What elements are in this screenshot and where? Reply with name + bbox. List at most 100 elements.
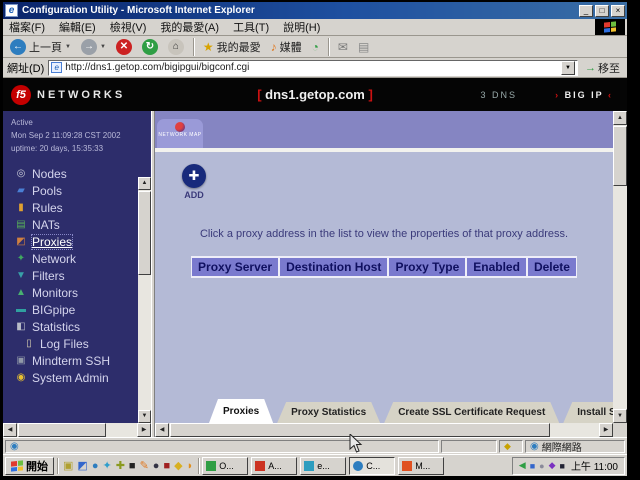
refresh-button[interactable]: ↻ bbox=[139, 38, 161, 56]
quick-launch-icon[interactable]: ◆ bbox=[174, 459, 182, 473]
scroll-down-icon[interactable]: ▼ bbox=[138, 410, 151, 423]
status-main-segment: ◉ bbox=[5, 440, 439, 453]
sidebar-item-network[interactable]: ✦Network bbox=[3, 250, 151, 267]
task-button-active[interactable]: C... bbox=[349, 457, 395, 475]
menu-edit[interactable]: 編輯(E) bbox=[59, 19, 96, 35]
task-button[interactable]: A... bbox=[251, 457, 297, 475]
forward-dropdown-icon[interactable]: ▼ bbox=[100, 44, 106, 50]
close-button[interactable]: × bbox=[611, 5, 625, 17]
sidebar-vertical-scrollbar[interactable]: ▲ ▼ bbox=[138, 177, 151, 423]
sidebar-item-nodes[interactable]: ◎Nodes bbox=[3, 165, 151, 182]
sidebar-horizontal-scrollbar[interactable]: ◀ ▶ bbox=[3, 423, 151, 437]
address-label: 網址(D) bbox=[7, 60, 44, 76]
home-button[interactable]: ⌂ bbox=[165, 38, 187, 56]
main-horizontal-scrollbar[interactable]: ◀ ▶ bbox=[155, 423, 613, 437]
sidebar-item-monitors[interactable]: ▲Monitors bbox=[3, 284, 151, 301]
sidebar-item-bigpipe[interactable]: ▬BIGpipe bbox=[3, 301, 151, 318]
scroll-thumb[interactable] bbox=[138, 191, 151, 275]
go-button[interactable]: → 移至 bbox=[582, 60, 623, 76]
mail-button[interactable]: ✉ bbox=[335, 40, 351, 54]
tab-band bbox=[155, 111, 627, 148]
favorites-button[interactable]: ★ 我的最愛 bbox=[200, 38, 264, 56]
menu-help[interactable]: 說明(H) bbox=[283, 19, 320, 35]
status-lock-segment: ◆ bbox=[499, 440, 523, 453]
add-icon[interactable]: ✚ bbox=[182, 164, 206, 188]
tray-icon[interactable]: ■ bbox=[560, 461, 565, 471]
main-vertical-scrollbar[interactable]: ▲ ▼ bbox=[613, 111, 627, 423]
tray-icon[interactable]: ◀ bbox=[519, 460, 526, 471]
quick-launch-icon[interactable]: ◩ bbox=[77, 459, 87, 473]
quick-launch-icon[interactable]: ✚ bbox=[116, 459, 125, 473]
back-dropdown-icon[interactable]: ▼ bbox=[65, 44, 71, 50]
tray-icon[interactable]: ■ bbox=[530, 461, 535, 471]
bigpipe-icon: ▬ bbox=[15, 304, 27, 315]
quick-launch-icon[interactable]: ✎ bbox=[140, 459, 149, 473]
bigip-text: BIG IP bbox=[565, 90, 604, 100]
task-button[interactable]: e... bbox=[300, 457, 346, 475]
address-dropdown-icon[interactable]: ▼ bbox=[561, 61, 575, 75]
taskbar-separator bbox=[57, 458, 58, 474]
column-enabled: Enabled bbox=[466, 256, 527, 278]
sidebar-item-mindterm-ssh[interactable]: ▣Mindterm SSH bbox=[3, 352, 151, 369]
menu-view[interactable]: 檢視(V) bbox=[110, 19, 147, 35]
sidebar-item-proxies[interactable]: ◩Proxies bbox=[3, 233, 151, 250]
quick-launch-icon[interactable]: ■ bbox=[163, 459, 170, 473]
quick-launch-icon[interactable]: ● bbox=[153, 459, 160, 473]
quick-launch-icon[interactable]: ▣ bbox=[63, 459, 73, 473]
scroll-left-icon[interactable]: ◀ bbox=[155, 423, 169, 437]
sidebar-item-statistics[interactable]: ◧Statistics bbox=[3, 318, 151, 335]
tray-icon[interactable]: ● bbox=[539, 461, 544, 471]
scroll-up-icon[interactable]: ▲ bbox=[613, 111, 627, 125]
scroll-thumb[interactable] bbox=[18, 423, 106, 437]
sidebar-item-system-admin[interactable]: ◉System Admin bbox=[3, 369, 151, 386]
minimize-button[interactable]: _ bbox=[579, 5, 593, 17]
sidebar-item-nats[interactable]: ▤NATs bbox=[3, 216, 151, 233]
menu-bar: 檔案(F) 編輯(E) 檢視(V) 我的最愛(A) 工具(T) 說明(H) bbox=[3, 19, 627, 36]
favorites-label: 我的最愛 bbox=[217, 39, 261, 55]
scroll-up-icon[interactable]: ▲ bbox=[138, 177, 151, 190]
window-titlebar[interactable]: e Configuration Utility - Microsoft Inte… bbox=[3, 2, 627, 19]
scrollbar-corner bbox=[613, 423, 627, 437]
scroll-down-icon[interactable]: ▼ bbox=[613, 409, 627, 423]
add-proxy-button[interactable]: ✚ ADD bbox=[171, 164, 217, 200]
task-button[interactable]: M... bbox=[398, 457, 444, 475]
restore-button[interactable]: □ bbox=[595, 5, 609, 17]
sidebar-item-filters[interactable]: ▼Filters bbox=[3, 267, 151, 284]
history-button[interactable]: ◔ bbox=[309, 40, 322, 54]
sidebar-item-log-files[interactable]: ▯Log Files bbox=[3, 335, 151, 352]
task-button[interactable]: O... bbox=[202, 457, 248, 475]
page-status-icon: ◉ bbox=[10, 441, 19, 452]
sidebar-item-rules[interactable]: ▮Rules bbox=[3, 199, 151, 216]
video-capture-frame: e Configuration Utility - Microsoft Inte… bbox=[0, 0, 640, 480]
filters-icon: ▼ bbox=[15, 270, 27, 281]
address-input[interactable] bbox=[65, 62, 558, 73]
scroll-left-icon[interactable]: ◀ bbox=[3, 423, 17, 437]
back-icon: ← bbox=[10, 39, 26, 55]
scroll-right-icon[interactable]: ▶ bbox=[137, 423, 151, 437]
menu-file[interactable]: 檔案(F) bbox=[9, 19, 45, 35]
media-button[interactable]: ♪ 媒體 bbox=[268, 38, 305, 56]
tab-proxies[interactable]: Proxies bbox=[209, 399, 273, 423]
quick-launch-icon[interactable]: ● bbox=[92, 459, 99, 473]
scroll-thumb[interactable] bbox=[613, 126, 627, 186]
forward-button[interactable]: → ▼ bbox=[78, 38, 109, 56]
start-button[interactable]: 開始 bbox=[5, 457, 54, 475]
sidebar-item-pools[interactable]: ▰Pools bbox=[3, 182, 151, 199]
app-icon bbox=[402, 461, 412, 471]
product-bigip-label[interactable]: › BIG IP ‹ bbox=[555, 90, 613, 100]
stop-button[interactable]: ✕ bbox=[113, 38, 135, 56]
quick-launch-icon[interactable]: ◗ bbox=[187, 459, 194, 473]
scroll-right-icon[interactable]: ▶ bbox=[599, 423, 613, 437]
product-3dns-label[interactable]: 3 DNS bbox=[480, 90, 517, 100]
back-button[interactable]: ← 上一頁 ▼ bbox=[7, 38, 74, 56]
menu-tools[interactable]: 工具(T) bbox=[233, 19, 269, 35]
print-button[interactable]: ▤ bbox=[355, 40, 372, 54]
rules-icon: ▮ bbox=[15, 202, 27, 213]
network-map-button[interactable]: NETWORK MAP bbox=[157, 119, 203, 148]
quick-launch-icon[interactable]: ✦ bbox=[102, 459, 111, 473]
quick-launch-icon[interactable]: ■ bbox=[129, 459, 136, 473]
forward-icon: → bbox=[81, 39, 97, 55]
quick-launch-bar: ▣ ◩ ● ✦ ✚ ■ ✎ ● ■ ◆ ◗ bbox=[61, 459, 195, 473]
tray-icon[interactable]: ◆ bbox=[549, 460, 556, 471]
menu-favorites[interactable]: 我的最愛(A) bbox=[160, 19, 219, 35]
